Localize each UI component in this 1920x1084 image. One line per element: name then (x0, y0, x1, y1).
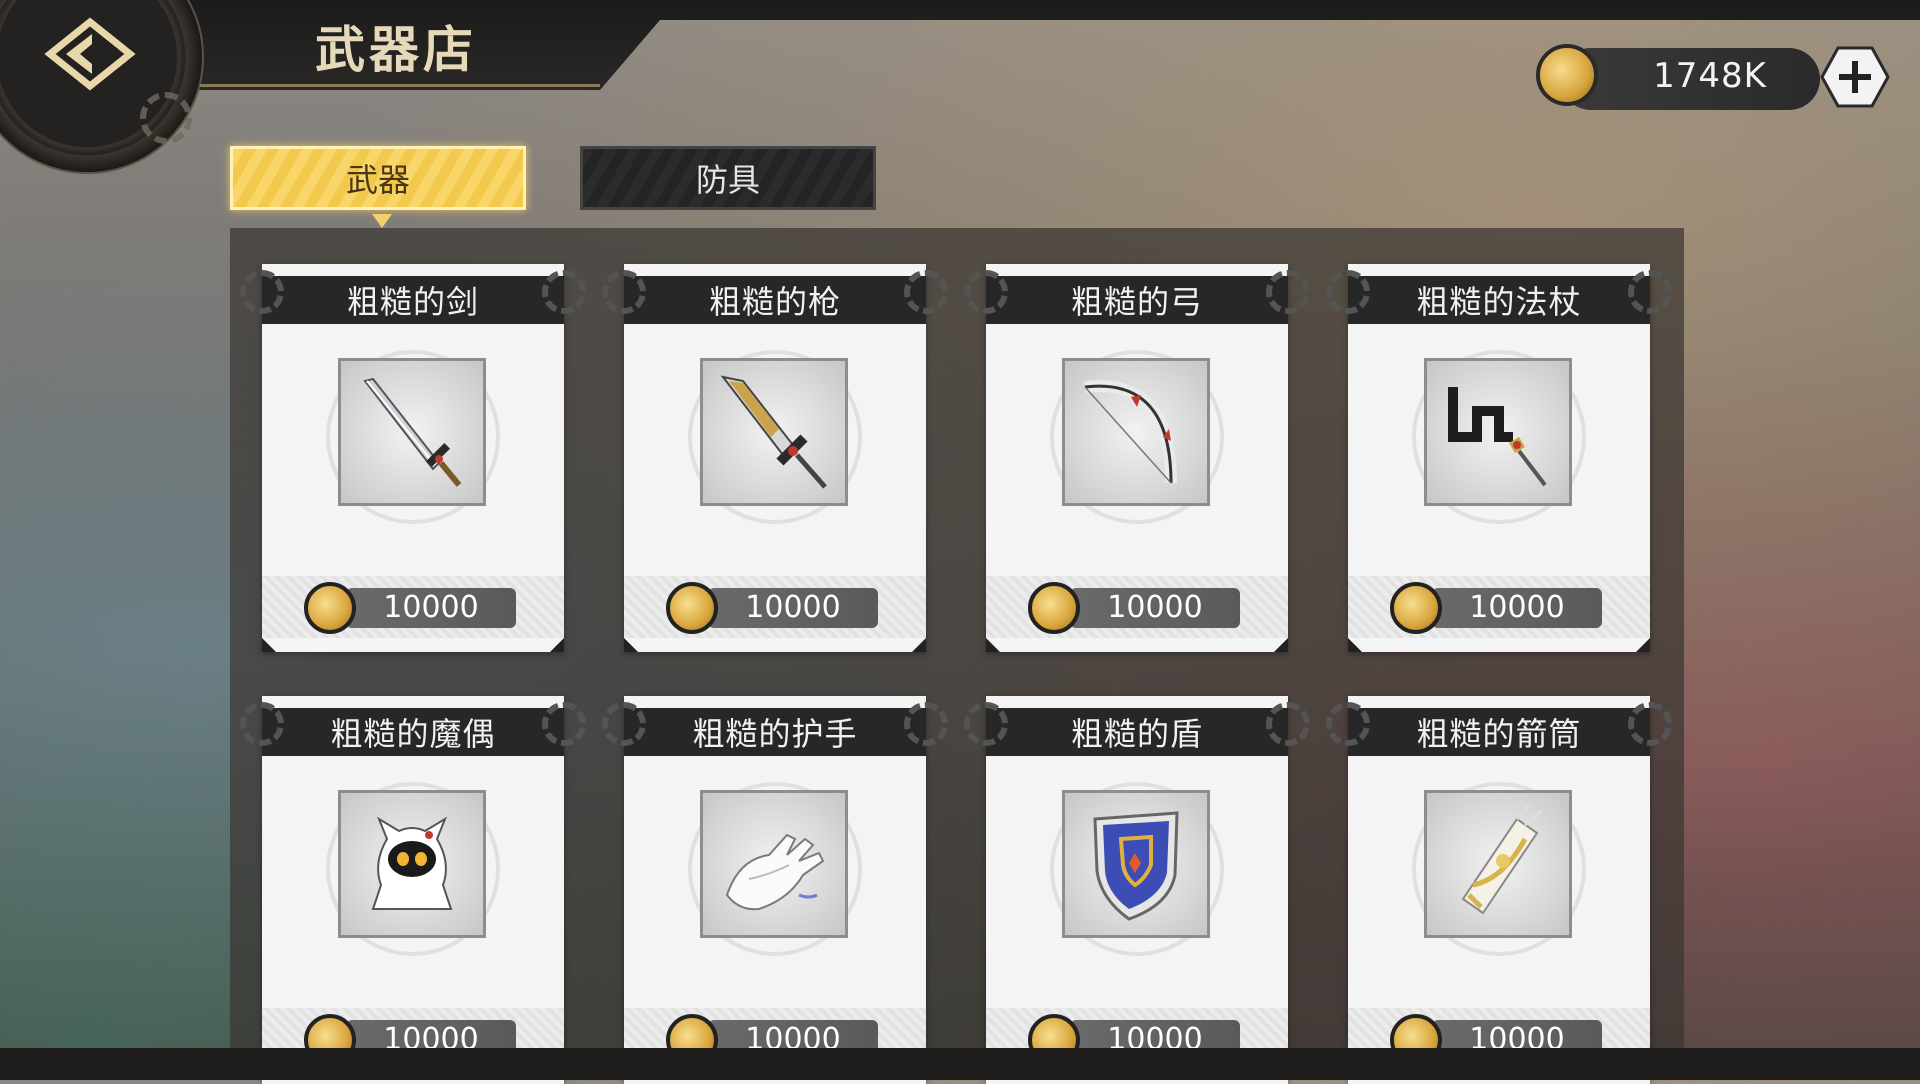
card-corner (912, 638, 926, 652)
gear-icon (1628, 702, 1672, 746)
item-name: 粗糙的护手 (692, 715, 858, 753)
item-icon-frame (1062, 358, 1210, 506)
item-card-gauntlet[interactable]: 粗糙的护手 10000 (602, 696, 948, 1084)
item-price: 10000 (383, 590, 479, 625)
gold-coin-icon (666, 582, 718, 634)
gear-icon (964, 702, 1008, 746)
shield-icon (1093, 811, 1179, 921)
gauntlet-icon (725, 833, 825, 911)
item-name: 粗糙的枪 (708, 283, 841, 321)
diamond-arrow-left-icon (44, 17, 136, 91)
item-header: 粗糙的法杖 (1326, 270, 1672, 324)
tab-armor[interactable]: 防具 (580, 146, 876, 210)
item-icon-frame (700, 790, 848, 938)
item-name: 粗糙的法杖 (1416, 283, 1582, 321)
gold-coin-icon (1536, 44, 1598, 106)
gear-icon (1326, 270, 1370, 314)
shop-panel: 粗糙的剑 10000 粗糙的枪 10000 粗糙的弓 10000 粗糙的法杖 1… (230, 228, 1684, 1084)
staff-icon (1448, 387, 1547, 487)
gold-coin-icon (1028, 582, 1080, 634)
card-corner (550, 638, 564, 652)
item-card-bow[interactable]: 粗糙的弓 10000 (964, 264, 1310, 652)
card-corner (1274, 638, 1288, 652)
gear-icon (904, 702, 948, 746)
item-header: 粗糙的枪 (602, 270, 948, 324)
page-title: 武器店 (315, 20, 477, 79)
item-icon-frame (1424, 790, 1572, 938)
gear-icon (1266, 702, 1310, 746)
tab-weapons[interactable]: 武器 (230, 146, 526, 210)
item-card-doll[interactable]: 粗糙的魔偶 10000 (240, 696, 586, 1084)
gear-icon (1266, 270, 1310, 314)
gear-icon (542, 702, 586, 746)
card-corner (1348, 638, 1362, 652)
item-header: 粗糙的弓 (964, 270, 1310, 324)
item-card-shield[interactable]: 粗糙的盾 10000 (964, 696, 1310, 1084)
item-icon-frame (338, 790, 486, 938)
item-header: 粗糙的盾 (964, 702, 1310, 756)
item-price: 10000 (1107, 590, 1203, 625)
active-tab-indicator (372, 214, 392, 228)
card-corner (1636, 638, 1650, 652)
gear-icon (1326, 702, 1370, 746)
item-icon-frame (338, 358, 486, 506)
header-divider (200, 84, 600, 87)
bow-icon (1084, 380, 1177, 484)
quiver-icon (1461, 804, 1542, 915)
item-card-spear[interactable]: 粗糙的枪 10000 (602, 264, 948, 652)
gear-icon (240, 702, 284, 746)
item-card-staff[interactable]: 粗糙的法杖 10000 (1326, 264, 1672, 652)
spear-icon (720, 375, 827, 489)
gear-icon (1628, 270, 1672, 314)
item-card-sword[interactable]: 粗糙的剑 10000 (240, 264, 586, 652)
back-button[interactable] (40, 14, 140, 94)
bottom-bar (0, 1048, 1920, 1080)
gear-icon (904, 270, 948, 314)
add-currency-button[interactable] (1820, 44, 1890, 110)
item-icon-frame (1062, 790, 1210, 938)
item-name: 粗糙的魔偶 (330, 715, 496, 753)
gold-coin-icon (1390, 582, 1442, 634)
gear-icon (542, 270, 586, 314)
hooded-doll-icon (371, 816, 453, 910)
item-header: 粗糙的剑 (240, 270, 586, 324)
item-icon-frame (700, 358, 848, 506)
item-price: 10000 (1469, 590, 1565, 625)
gear-icon (602, 702, 646, 746)
sword-icon (363, 377, 462, 487)
item-header: 粗糙的箭筒 (1326, 702, 1672, 756)
gear-icon (602, 270, 646, 314)
item-icon-frame (1424, 358, 1572, 506)
item-name: 粗糙的剑 (346, 283, 479, 321)
item-header: 粗糙的护手 (602, 702, 948, 756)
item-card-quiver[interactable]: 粗糙的箭筒 10000 (1326, 696, 1672, 1084)
gear-icon (140, 92, 192, 144)
item-name: 粗糙的弓 (1070, 283, 1203, 321)
item-header: 粗糙的魔偶 (240, 702, 586, 756)
gear-icon (240, 270, 284, 314)
plus-icon (1820, 46, 1890, 108)
card-corner (986, 638, 1000, 652)
gold-coin-icon (304, 582, 356, 634)
item-name: 粗糙的盾 (1070, 715, 1203, 753)
card-corner (624, 638, 638, 652)
item-name: 粗糙的箭筒 (1416, 715, 1582, 753)
item-price: 10000 (745, 590, 841, 625)
currency-value: 1748K (1653, 56, 1767, 96)
card-corner (262, 638, 276, 652)
gear-icon (964, 270, 1008, 314)
